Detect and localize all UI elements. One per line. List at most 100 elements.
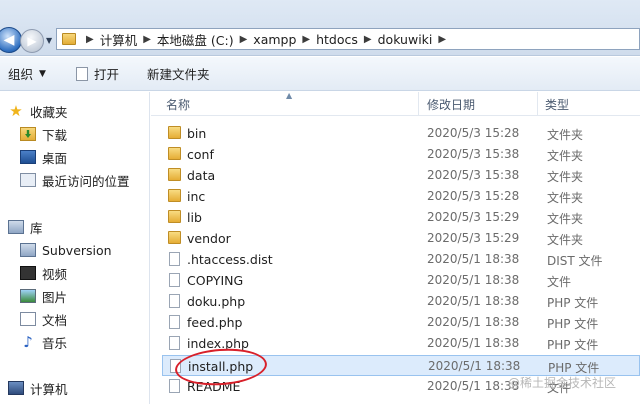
nav-documents-label: 文档: [42, 312, 68, 328]
desktop-icon: [20, 150, 36, 164]
folder-icon: [168, 147, 181, 160]
breadcrumb-dokuwiki[interactable]: dokuwiki: [378, 32, 433, 47]
file-row[interactable]: inc 2020/5/3 15:28 文件夹: [162, 186, 640, 207]
file-type: DIST 文件: [547, 254, 603, 268]
nav-recent-places[interactable]: 最近访问的位置: [20, 169, 130, 191]
file-row[interactable]: doku.php 2020/5/1 18:38 PHP 文件: [162, 291, 640, 312]
nav-computer-label: 计算机: [30, 381, 68, 397]
music-note-icon: ♪: [23, 333, 33, 351]
address-bar[interactable]: ▶ 计算机 ▶ 本地磁盘 (C:) ▶ xampp ▶ htdocs ▶ dok…: [56, 28, 640, 50]
nav-music[interactable]: ♪ 音乐: [20, 331, 67, 353]
folder-icon: [168, 126, 181, 139]
nav-documents[interactable]: 文档: [20, 308, 67, 330]
file-name: index.php: [187, 336, 249, 351]
column-header-row: ▲ 名称 修改日期 类型: [151, 91, 640, 116]
file-name: README: [187, 379, 241, 394]
file-date: 2020/5/1 18:38: [428, 359, 521, 373]
file-row[interactable]: .htaccess.dist 2020/5/1 18:38 DIST 文件: [162, 249, 640, 270]
file-row[interactable]: vendor 2020/5/3 15:29 文件夹: [162, 228, 640, 249]
file-row[interactable]: feed.php 2020/5/1 18:38 PHP 文件: [162, 312, 640, 333]
file-date: 2020/5/1 18:38: [427, 379, 520, 393]
document-icon: [20, 312, 36, 326]
folder-icon: [168, 168, 181, 181]
file-row[interactable]: bin 2020/5/3 15:28 文件夹: [162, 123, 640, 144]
nav-videos-label: 视频: [42, 266, 68, 282]
star-icon: ★: [9, 102, 23, 120]
breadcrumb-drive-c[interactable]: 本地磁盘 (C:): [157, 30, 234, 49]
file-type: 文件夹: [547, 170, 584, 184]
breadcrumb-htdocs[interactable]: htdocs: [316, 32, 358, 47]
nav-pictures[interactable]: 图片: [20, 285, 67, 307]
column-divider[interactable]: [537, 92, 538, 116]
file-name: doku.php: [187, 294, 246, 309]
library-icon: [8, 220, 24, 234]
file-name: COPYING: [187, 273, 244, 288]
column-header-date[interactable]: 修改日期: [427, 96, 475, 113]
chevron-right-icon[interactable]: ▶: [296, 34, 316, 45]
open-button[interactable]: 打开: [75, 64, 119, 83]
file-date: 2020/5/3 15:38: [427, 168, 520, 182]
new-folder-label: 新建文件夹: [146, 67, 210, 82]
picture-icon: [20, 289, 36, 303]
file-row[interactable]: conf 2020/5/3 15:38 文件夹: [162, 144, 640, 165]
chevron-right-icon[interactable]: ▶: [234, 34, 254, 45]
video-icon: [20, 266, 36, 280]
nav-subversion[interactable]: Subversion: [20, 239, 112, 261]
forward-button[interactable]: ▶: [20, 29, 44, 53]
address-strip: ◀ ▶ ▼ ▶ 计算机 ▶ 本地磁盘 (C:) ▶ xampp ▶ htdocs…: [0, 0, 640, 56]
file-date: 2020/5/3 15:38: [427, 147, 520, 161]
column-header-type[interactable]: 类型: [545, 96, 569, 113]
nav-libraries-label: 库: [30, 220, 43, 236]
folder-icon: [168, 210, 181, 223]
download-folder-icon: [20, 127, 36, 141]
computer-icon: [8, 381, 24, 395]
chevron-right-icon[interactable]: ▶: [358, 34, 378, 45]
chevron-right-icon[interactable]: ▶: [80, 34, 100, 45]
file-name: inc: [187, 189, 206, 204]
file-row[interactable]: lib 2020/5/3 15:29 文件夹: [162, 207, 640, 228]
file-type: 文件夹: [547, 212, 584, 226]
file-name: feed.php: [187, 315, 243, 330]
file-date: 2020/5/1 18:38: [427, 273, 520, 287]
nav-desktop-label: 桌面: [42, 150, 68, 166]
nav-videos[interactable]: 视频: [20, 262, 67, 284]
chevron-right-icon[interactable]: ▶: [137, 34, 157, 45]
file-type: PHP 文件: [547, 338, 599, 352]
navigation-pane: ★ 收藏夹 下载 桌面 最近访问的位置 库 Subversion 视频 图片 文…: [0, 92, 150, 404]
organize-label: 组织: [8, 67, 34, 82]
breadcrumb-xampp[interactable]: xampp: [253, 32, 296, 47]
file-row[interactable]: COPYING 2020/5/1 18:38 文件: [162, 270, 640, 291]
file-date: 2020/5/3 15:29: [427, 210, 520, 224]
watermark: @稀土掘金技术社区: [508, 376, 617, 390]
breadcrumb-computer[interactable]: 计算机: [100, 30, 138, 49]
folder-icon: [62, 33, 76, 45]
file-icon: [169, 252, 180, 266]
nav-libraries[interactable]: 库: [8, 216, 43, 238]
file-date: 2020/5/1 18:38: [427, 315, 520, 329]
column-header-name[interactable]: 名称: [166, 96, 190, 113]
recent-pages-dropdown-icon[interactable]: ▼: [46, 36, 52, 45]
organize-button[interactable]: 组织 ▼: [8, 64, 46, 83]
nav-desktop[interactable]: 桌面: [20, 146, 67, 168]
back-button[interactable]: ◀: [0, 27, 22, 53]
library-icon: [20, 243, 36, 257]
nav-music-label: 音乐: [42, 335, 68, 351]
sort-ascending-icon: ▲: [286, 91, 293, 100]
file-icon: [169, 379, 180, 393]
column-divider[interactable]: [418, 92, 419, 116]
file-row[interactable]: data 2020/5/3 15:38 文件夹: [162, 165, 640, 186]
file-date: 2020/5/3 15:28: [427, 189, 520, 203]
chevron-right-icon[interactable]: ▶: [432, 34, 452, 45]
folder-icon: [168, 189, 181, 202]
file-row-selected[interactable]: install.php 2020/5/1 18:38 PHP 文件: [162, 355, 640, 376]
nav-computer[interactable]: 计算机: [8, 377, 68, 399]
nav-favorites[interactable]: ★ 收藏夹: [8, 100, 67, 122]
file-date: 2020/5/3 15:28: [427, 126, 520, 140]
file-icon: [169, 315, 180, 329]
new-folder-button[interactable]: 新建文件夹: [147, 64, 210, 83]
file-icon: [169, 336, 180, 350]
file-icon: [169, 294, 180, 308]
file-row[interactable]: index.php 2020/5/1 18:38 PHP 文件: [162, 333, 640, 354]
folder-icon: [168, 231, 181, 244]
nav-downloads[interactable]: 下载: [20, 123, 67, 145]
